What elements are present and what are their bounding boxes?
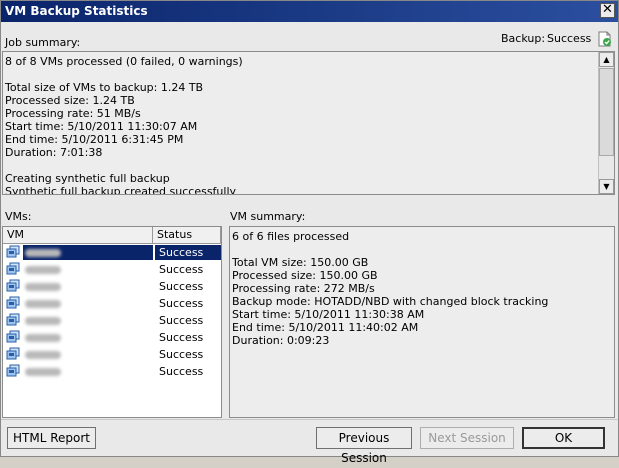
- job-summary-line: Total size of VMs to backup: 1.24 TB: [5, 81, 204, 94]
- next-session-button[interactable]: Next Session: [420, 427, 514, 449]
- html-report-button[interactable]: HTML Report: [7, 427, 96, 449]
- vm-status: Success: [155, 245, 221, 260]
- ok-button[interactable]: OK: [522, 427, 605, 449]
- vm-summary-line: Start time: 5/10/2011 11:30:38 AM: [232, 308, 425, 321]
- vm-name-redacted: [23, 296, 153, 311]
- arrow-down-icon: ▼: [603, 182, 610, 191]
- vm-icon: [6, 364, 20, 378]
- vm-table-row[interactable]: Success: [3, 312, 219, 329]
- close-button[interactable]: ✕: [600, 3, 615, 18]
- vms-list[interactable]: VM Status Success Success Success Success Su…: [2, 226, 222, 418]
- vm-summary-line: Total VM size: 150.00 GB: [232, 256, 369, 269]
- backup-status-label: Backup:: [501, 32, 546, 45]
- vm-table-row[interactable]: Success: [3, 278, 219, 295]
- vm-summary-line: Backup mode: HOTADD/NBD with changed blo…: [232, 295, 549, 308]
- backup-status-value: Success: [547, 32, 592, 45]
- vm-summary-line: End time: 5/10/2011 11:40:02 AM: [232, 321, 419, 334]
- vm-summary-panel[interactable]: 6 of 6 files processed Total VM size: 150…: [229, 226, 615, 418]
- vm-table-row[interactable]: Success: [3, 244, 221, 261]
- vm-name-redacted: [23, 262, 153, 277]
- vm-table-row[interactable]: Success: [3, 295, 219, 312]
- column-header-status[interactable]: Status: [153, 227, 221, 243]
- vm-table-row[interactable]: Success: [3, 363, 219, 380]
- vm-summary-line: Duration: 0:09:23: [232, 334, 330, 347]
- vm-table-row[interactable]: Success: [3, 346, 219, 363]
- vm-name-redacted: [23, 245, 153, 260]
- title-bar[interactable]: VM Backup Statistics ✕: [1, 1, 618, 22]
- scroll-down-button[interactable]: ▼: [599, 179, 614, 194]
- vm-status: Success: [159, 365, 204, 378]
- scroll-up-button[interactable]: ▲: [599, 52, 614, 67]
- success-icon: [598, 31, 612, 47]
- button-separator: [1, 419, 618, 420]
- vm-icon: [6, 296, 20, 310]
- vm-status: Success: [159, 348, 204, 361]
- job-summary-line: Processing rate: 51 MB/s: [5, 107, 141, 120]
- vm-icon: [6, 279, 20, 293]
- vm-summary-line: Processed size: 150.00 GB: [232, 269, 378, 282]
- vm-table-row[interactable]: Success: [3, 261, 219, 278]
- vm-status: Success: [159, 314, 204, 327]
- vms-list-header: VM Status: [3, 227, 221, 244]
- vm-summary-line: Processing rate: 272 MB/s: [232, 282, 375, 295]
- vm-icon: [6, 245, 20, 259]
- scroll-thumb[interactable]: [599, 68, 614, 156]
- vm-name-redacted: [23, 364, 153, 379]
- vm-summary-label: VM summary:: [230, 210, 306, 223]
- job-summary-line: Creating synthetic full backup: [5, 172, 170, 185]
- vm-status: Success: [159, 263, 204, 276]
- vm-status: Success: [159, 280, 204, 293]
- job-summary-label: Job summary:: [5, 36, 81, 49]
- vm-summary-line: 6 of 6 files processed: [232, 230, 350, 243]
- vm-icon: [6, 330, 20, 344]
- arrow-up-icon: ▲: [603, 55, 610, 64]
- vm-icon: [6, 347, 20, 361]
- vm-status: Success: [159, 331, 204, 344]
- vm-status: Success: [159, 297, 204, 310]
- job-summary-line: [5, 68, 595, 81]
- vm-summary-line: [232, 243, 610, 256]
- job-summary-line: 8 of 8 VMs processed (0 failed, 0 warnin…: [5, 55, 243, 68]
- job-summary-text: 8 of 8 VMs processed (0 failed, 0 warnin…: [5, 55, 595, 195]
- job-summary-line: Start time: 5/10/2011 11:30:07 AM: [5, 120, 198, 133]
- job-summary-line: Synthetic full backup created successful…: [5, 185, 237, 195]
- previous-session-button[interactable]: Previous Session: [316, 427, 412, 465]
- vm-backup-statistics-window: VM Backup Statistics ✕ Job summary: Back…: [0, 0, 619, 465]
- job-summary-panel[interactable]: 8 of 8 VMs processed (0 failed, 0 warnin…: [2, 51, 615, 195]
- vm-name-redacted: [23, 313, 153, 328]
- window-title: VM Backup Statistics: [5, 4, 148, 18]
- job-summary-line: End time: 5/10/2011 6:31:45 PM: [5, 133, 184, 146]
- vm-summary-text: 6 of 6 files processed Total VM size: 150…: [232, 230, 610, 347]
- job-summary-line: Processed size: 1.24 TB: [5, 94, 135, 107]
- vm-icon: [6, 262, 20, 276]
- vm-table-row[interactable]: Success: [3, 329, 219, 346]
- job-summary-scrollbar[interactable]: ▲ ▼: [598, 52, 614, 194]
- close-icon: ✕: [602, 2, 613, 17]
- vms-label: VMs:: [5, 210, 32, 223]
- job-summary-line: Duration: 7:01:38: [5, 146, 103, 159]
- vm-name-redacted: [23, 279, 153, 294]
- job-summary-line: [5, 159, 595, 172]
- vm-name-redacted: [23, 347, 153, 362]
- vm-name-redacted: [23, 330, 153, 345]
- column-header-vm[interactable]: VM: [3, 227, 153, 243]
- vm-icon: [6, 313, 20, 327]
